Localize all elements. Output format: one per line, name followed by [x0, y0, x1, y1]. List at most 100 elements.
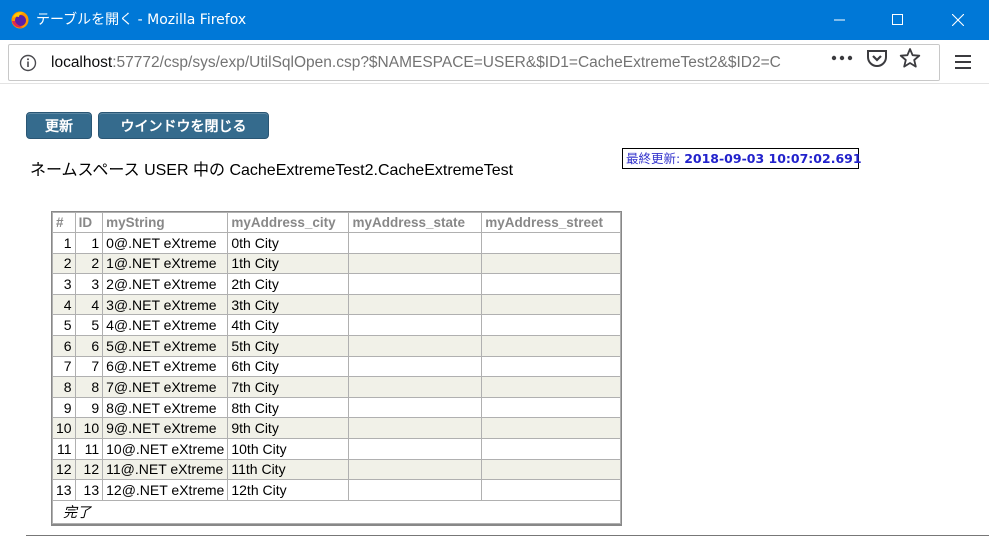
table-cell	[481, 396, 621, 419]
maximize-button[interactable]	[868, 0, 928, 40]
table-cell: 7@.NET eXtreme	[102, 376, 229, 398]
table-cell: 8@.NET eXtreme	[102, 396, 229, 419]
table-footer-row: 完了	[52, 499, 621, 524]
table-cell	[481, 417, 621, 439]
header-cell: myString	[102, 212, 229, 233]
window-title: テーブルを開く - Mozilla Firefox	[36, 12, 247, 28]
header-cell: myAddress_city	[227, 212, 350, 233]
table-cell	[481, 293, 621, 316]
table-cell	[348, 252, 483, 275]
table-cell: 7	[52, 355, 76, 378]
table-body: 1 1 0@.NET eXtreme 0th City 2 2 1@.NET eXtreme…	[52, 232, 621, 501]
close-window-page-button[interactable]: ウインドウを閉じる	[98, 112, 269, 139]
table-cell: 12	[52, 458, 76, 481]
table-cell: 8	[52, 376, 76, 398]
table-cell: 5th City	[227, 334, 350, 357]
more-dots-icon[interactable]	[830, 50, 854, 66]
table-cell: 5@.NET eXtreme	[102, 334, 229, 357]
table-cell	[348, 458, 483, 481]
table-cell: 2	[52, 252, 76, 275]
last-update-label: 最終更新:	[626, 151, 681, 166]
table-cell: 4th City	[227, 314, 350, 336]
page-caption: ネームスペース USER 中の CacheExtremeTest2.CacheE…	[30, 156, 513, 180]
caption-namespace: USER	[144, 162, 189, 179]
url-text[interactable]: localhost:57772/csp/sys/exp/UtilSqlOpen.…	[51, 53, 781, 73]
pocket-icon[interactable]	[866, 48, 888, 68]
refresh-button[interactable]: 更新	[26, 112, 92, 139]
table-cell: 5	[74, 314, 104, 336]
table-cell: 6	[74, 334, 104, 357]
table-cell: 3	[52, 273, 76, 295]
table-cell	[481, 232, 621, 254]
last-update-value: 2018-09-03 10:07:02.691	[684, 151, 862, 166]
table-cell: 3th City	[227, 293, 350, 316]
table-cell: 13	[74, 479, 104, 501]
header-cell: myAddress_state	[348, 212, 483, 233]
window-titlebar: テーブルを開く - Mozilla Firefox	[0, 0, 989, 40]
table-row: 5 5 4@.NET eXtreme 4th City	[52, 314, 621, 336]
table-cell	[348, 334, 483, 357]
maximize-icon	[892, 14, 903, 25]
url-fade	[789, 45, 829, 80]
table-cell: 7	[74, 355, 104, 378]
close-window-button[interactable]	[928, 0, 988, 40]
table-cell: 0th City	[227, 232, 350, 254]
last-update-box: 最終更新: 2018-09-03 10:07:02.691	[622, 148, 862, 169]
table-row: 12 12 11@.NET eXtreme 11th City	[52, 458, 621, 481]
caption-prefix: ネームスペース	[30, 160, 140, 179]
table-cell: 10th City	[227, 437, 350, 460]
table-cell: 6@.NET eXtreme	[102, 355, 229, 378]
table-cell: 4	[74, 293, 104, 316]
table-cell	[348, 437, 483, 460]
table-cell: 1	[74, 232, 104, 254]
header-cell: myAddress_street	[481, 212, 621, 233]
result-table-container: # ID myString myAddress_city myAddress_s…	[51, 211, 622, 526]
table-cell: 9@.NET eXtreme	[102, 417, 229, 439]
table-cell: 9	[52, 396, 76, 419]
table-cell: 11	[52, 437, 76, 460]
navigation-toolbar: localhost:57772/csp/sys/exp/UtilSqlOpen.…	[0, 40, 989, 84]
table-cell: 5	[52, 314, 76, 336]
star-icon[interactable]	[899, 47, 921, 69]
table-cell: 7th City	[227, 376, 350, 398]
table-row: 2 2 1@.NET eXtreme 1th City	[52, 252, 621, 275]
table-cell: 10	[52, 417, 76, 439]
table-cell	[481, 355, 621, 378]
url-bar[interactable]: localhost:57772/csp/sys/exp/UtilSqlOpen.…	[8, 44, 940, 81]
table-cell	[481, 334, 621, 357]
divider	[26, 535, 989, 536]
table-cell: 4	[52, 293, 76, 316]
table-row: 10 10 9@.NET eXtreme 9th City	[52, 417, 621, 439]
table-cell: 0@.NET eXtreme	[102, 232, 229, 254]
table-cell: 11	[74, 437, 104, 460]
caption-table-name: CacheExtremeTest2.CacheExtremeTest	[229, 162, 514, 179]
status-text: 完了	[52, 499, 621, 524]
table-cell: 12@.NET eXtreme	[102, 479, 229, 501]
table-cell: 8th City	[227, 396, 350, 419]
table-cell	[348, 293, 483, 316]
table-cell: 4@.NET eXtreme	[102, 314, 229, 336]
hamburger-menu-icon[interactable]	[955, 54, 971, 70]
table-cell: 10@.NET eXtreme	[102, 437, 229, 460]
table-cell: 8	[74, 376, 104, 398]
table-cell: 9th City	[227, 417, 350, 439]
minimize-button[interactable]	[810, 0, 870, 40]
table-cell	[481, 479, 621, 501]
table-cell: 11@.NET eXtreme	[102, 458, 229, 481]
table-cell	[348, 396, 483, 419]
table-cell	[481, 437, 621, 460]
table-cell	[348, 417, 483, 439]
table-cell: 10	[74, 417, 104, 439]
table-row: 13 13 12@.NET eXtreme 12th City	[52, 479, 621, 501]
table-row: 4 4 3@.NET eXtreme 3th City	[52, 293, 621, 316]
minimize-icon	[834, 19, 845, 21]
table-cell	[348, 273, 483, 295]
table-cell	[348, 376, 483, 398]
table-cell	[481, 252, 621, 275]
table-row: 3 3 2@.NET eXtreme 2th City	[52, 273, 621, 295]
table-row: 8 8 7@.NET eXtreme 7th City	[52, 376, 621, 398]
table-cell: 12th City	[227, 479, 350, 501]
table-cell	[348, 479, 483, 501]
caption-middle: 中の	[192, 160, 225, 179]
info-icon[interactable]	[19, 54, 37, 72]
